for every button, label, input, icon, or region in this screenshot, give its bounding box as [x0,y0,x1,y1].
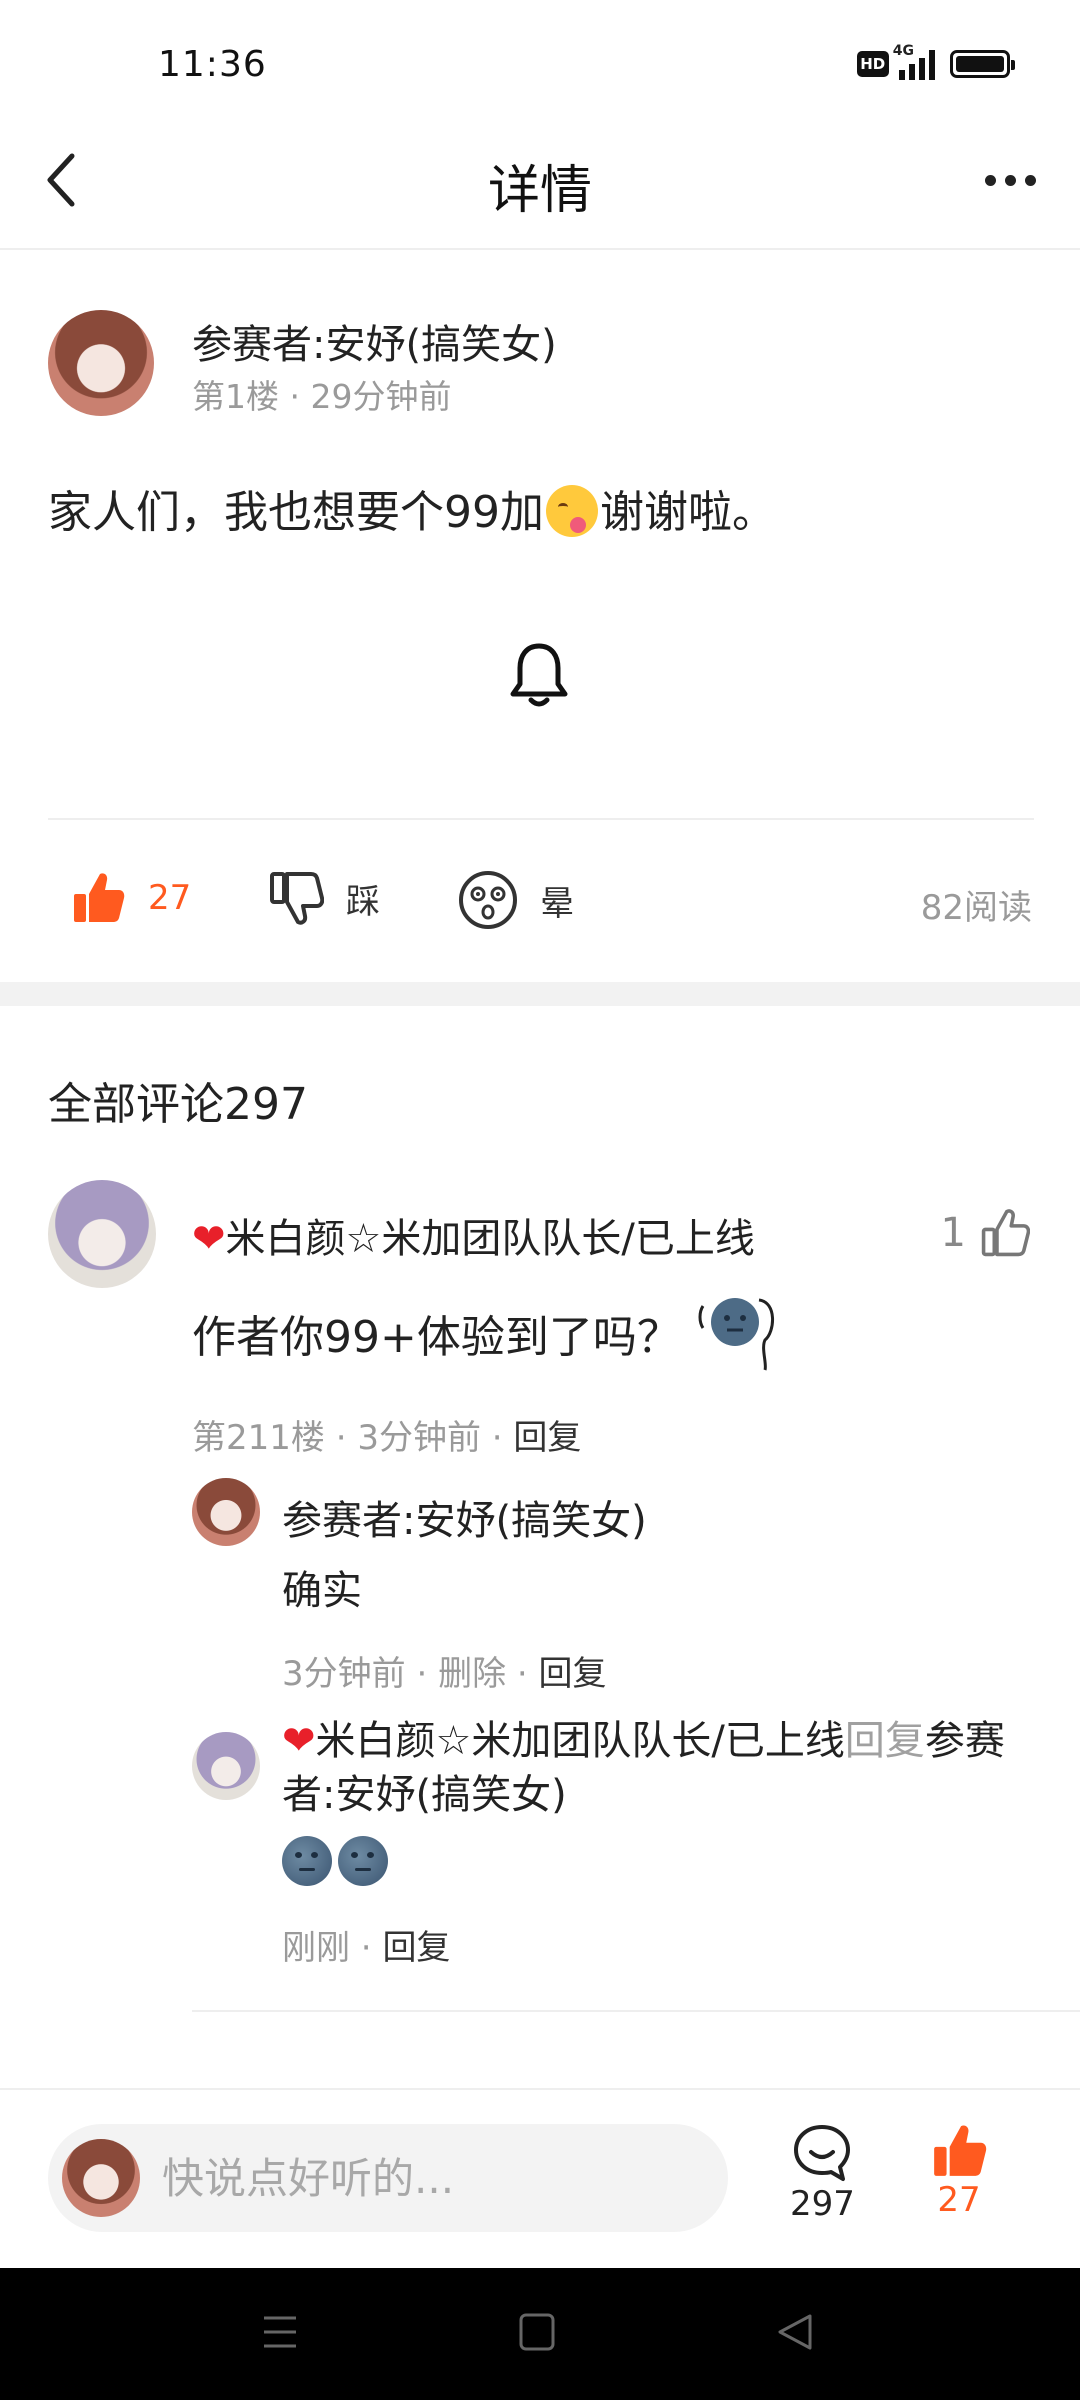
comment-author-avatar[interactable] [48,1180,156,1288]
comment-author-name[interactable]: ❤米白颜☆米加团队队长/已上线 [192,1206,755,1264]
post-meta: 第1楼 · 29分钟前 [192,377,452,416]
comment-author-text: 米白颜☆米加团队队长/已上线 [225,1216,755,1262]
comment-input-box[interactable] [48,2124,728,2232]
moon-face-emoji-icon [338,1836,388,1886]
reply-time: 3分钟前 [282,1654,406,1694]
reply-author-name[interactable]: 参赛者:安妤(搞笑女) [282,1488,647,1546]
section-gap [0,982,1080,1006]
post-text-part1: 家人们，我也想要个99加 [48,487,544,538]
dizzy-face-icon [459,871,517,929]
post-author-avatar[interactable] [48,310,154,416]
yum-emoji-icon [546,485,598,537]
like-button[interactable]: 27 [70,870,191,926]
comment-meta: 第211楼 · 3分钟前 · 回复 [192,1418,582,1458]
reply2-reply-button[interactable]: 回复 [382,1928,450,1968]
comment-bubble-icon [794,2125,851,2181]
dizzy-label: 晕 [540,883,574,924]
reply-meta: 3分钟前 · 删除 · 回复 [282,1654,607,1694]
hd-icon: HD [856,51,889,77]
post-time: 29分钟前 [310,377,452,416]
bottom-like-count: 27 [937,2180,981,2220]
my-avatar [62,2139,140,2217]
reply2-header: ❤米白颜☆米加团队队长/已上线回复参赛者:安妤(搞笑女) [282,1714,1042,1822]
bottom-like-button[interactable]: 27 [930,2122,988,2220]
bell-icon[interactable] [506,640,572,710]
moon-face-emoji-icon [698,1298,774,1371]
reply2-time: 刚刚 [282,1928,350,1968]
comment-text: 作者你99+体验到了吗？ [192,1292,781,1372]
heart-icon: ❤ [282,1718,316,1764]
read-count: 82阅读 [920,888,1032,928]
dislike-button[interactable]: 踩 [268,870,380,926]
signal-icon [898,48,935,80]
comment-divider [192,2010,1080,2012]
reply2-author-name[interactable]: 米白颜☆米加团队队长/已上线 [316,1718,845,1764]
comment-reply-button[interactable]: 回复 [513,1418,581,1458]
post-text: 家人们，我也想要个99加 谢谢啦。 [48,476,776,540]
reply-delete-button[interactable]: 删除 [438,1654,506,1694]
post-floor: 第1楼 [192,377,279,416]
comments-count: 297 [790,2184,855,2224]
comments-button[interactable]: 297 [790,2122,855,2224]
more-button[interactable] [970,150,1050,210]
thumbs-down-icon [270,872,324,925]
like-count: 27 [148,878,192,918]
reply2-text [282,1836,388,1886]
comments-title: 全部评论297 [48,1079,308,1130]
comment-time: 3分钟前 [357,1418,481,1458]
comment-like-count: 1 [940,1210,966,1256]
reply-text: 确实 [282,1568,362,1614]
comment-floor: 第211楼 [192,1418,325,1458]
reply2-author-avatar[interactable] [192,1732,260,1800]
menu-nav-icon[interactable] [262,2312,298,2352]
reply-reply-button[interactable]: 回复 [539,1654,607,1694]
reply2-meta: 刚刚 · 回复 [282,1928,451,1968]
status-icons: HD 4G [856,43,1015,80]
post-divider [48,818,1034,820]
comment-text-content: 作者你99+体验到了吗？ [192,1312,681,1363]
post-text-part2: 谢谢啦。 [600,487,776,538]
home-nav-icon[interactable] [518,2312,556,2352]
thumbs-up-icon [934,2125,987,2176]
header-divider [0,248,1080,250]
dizzy-button[interactable]: 晕 [458,870,574,930]
reply2-reply-word: 回复 [844,1718,925,1764]
comment-input[interactable] [160,2152,684,2204]
moon-face-emoji-icon [282,1836,332,1886]
battery-icon [950,50,1015,78]
reply-author-avatar[interactable] [192,1478,260,1546]
thumbs-up-icon [74,873,125,922]
thumbs-up-outline-icon [981,1209,1030,1257]
more-icon [984,174,996,186]
dislike-label: 踩 [346,881,380,922]
comment-like-button[interactable]: 1 [941,1208,1030,1258]
status-time: 11:36 [158,44,267,85]
heart-icon: ❤ [192,1216,226,1262]
back-nav-icon[interactable] [776,2312,814,2352]
page-title: 详情 [487,161,592,221]
post-author-name[interactable]: 参赛者:安妤(搞笑女) [192,312,557,370]
